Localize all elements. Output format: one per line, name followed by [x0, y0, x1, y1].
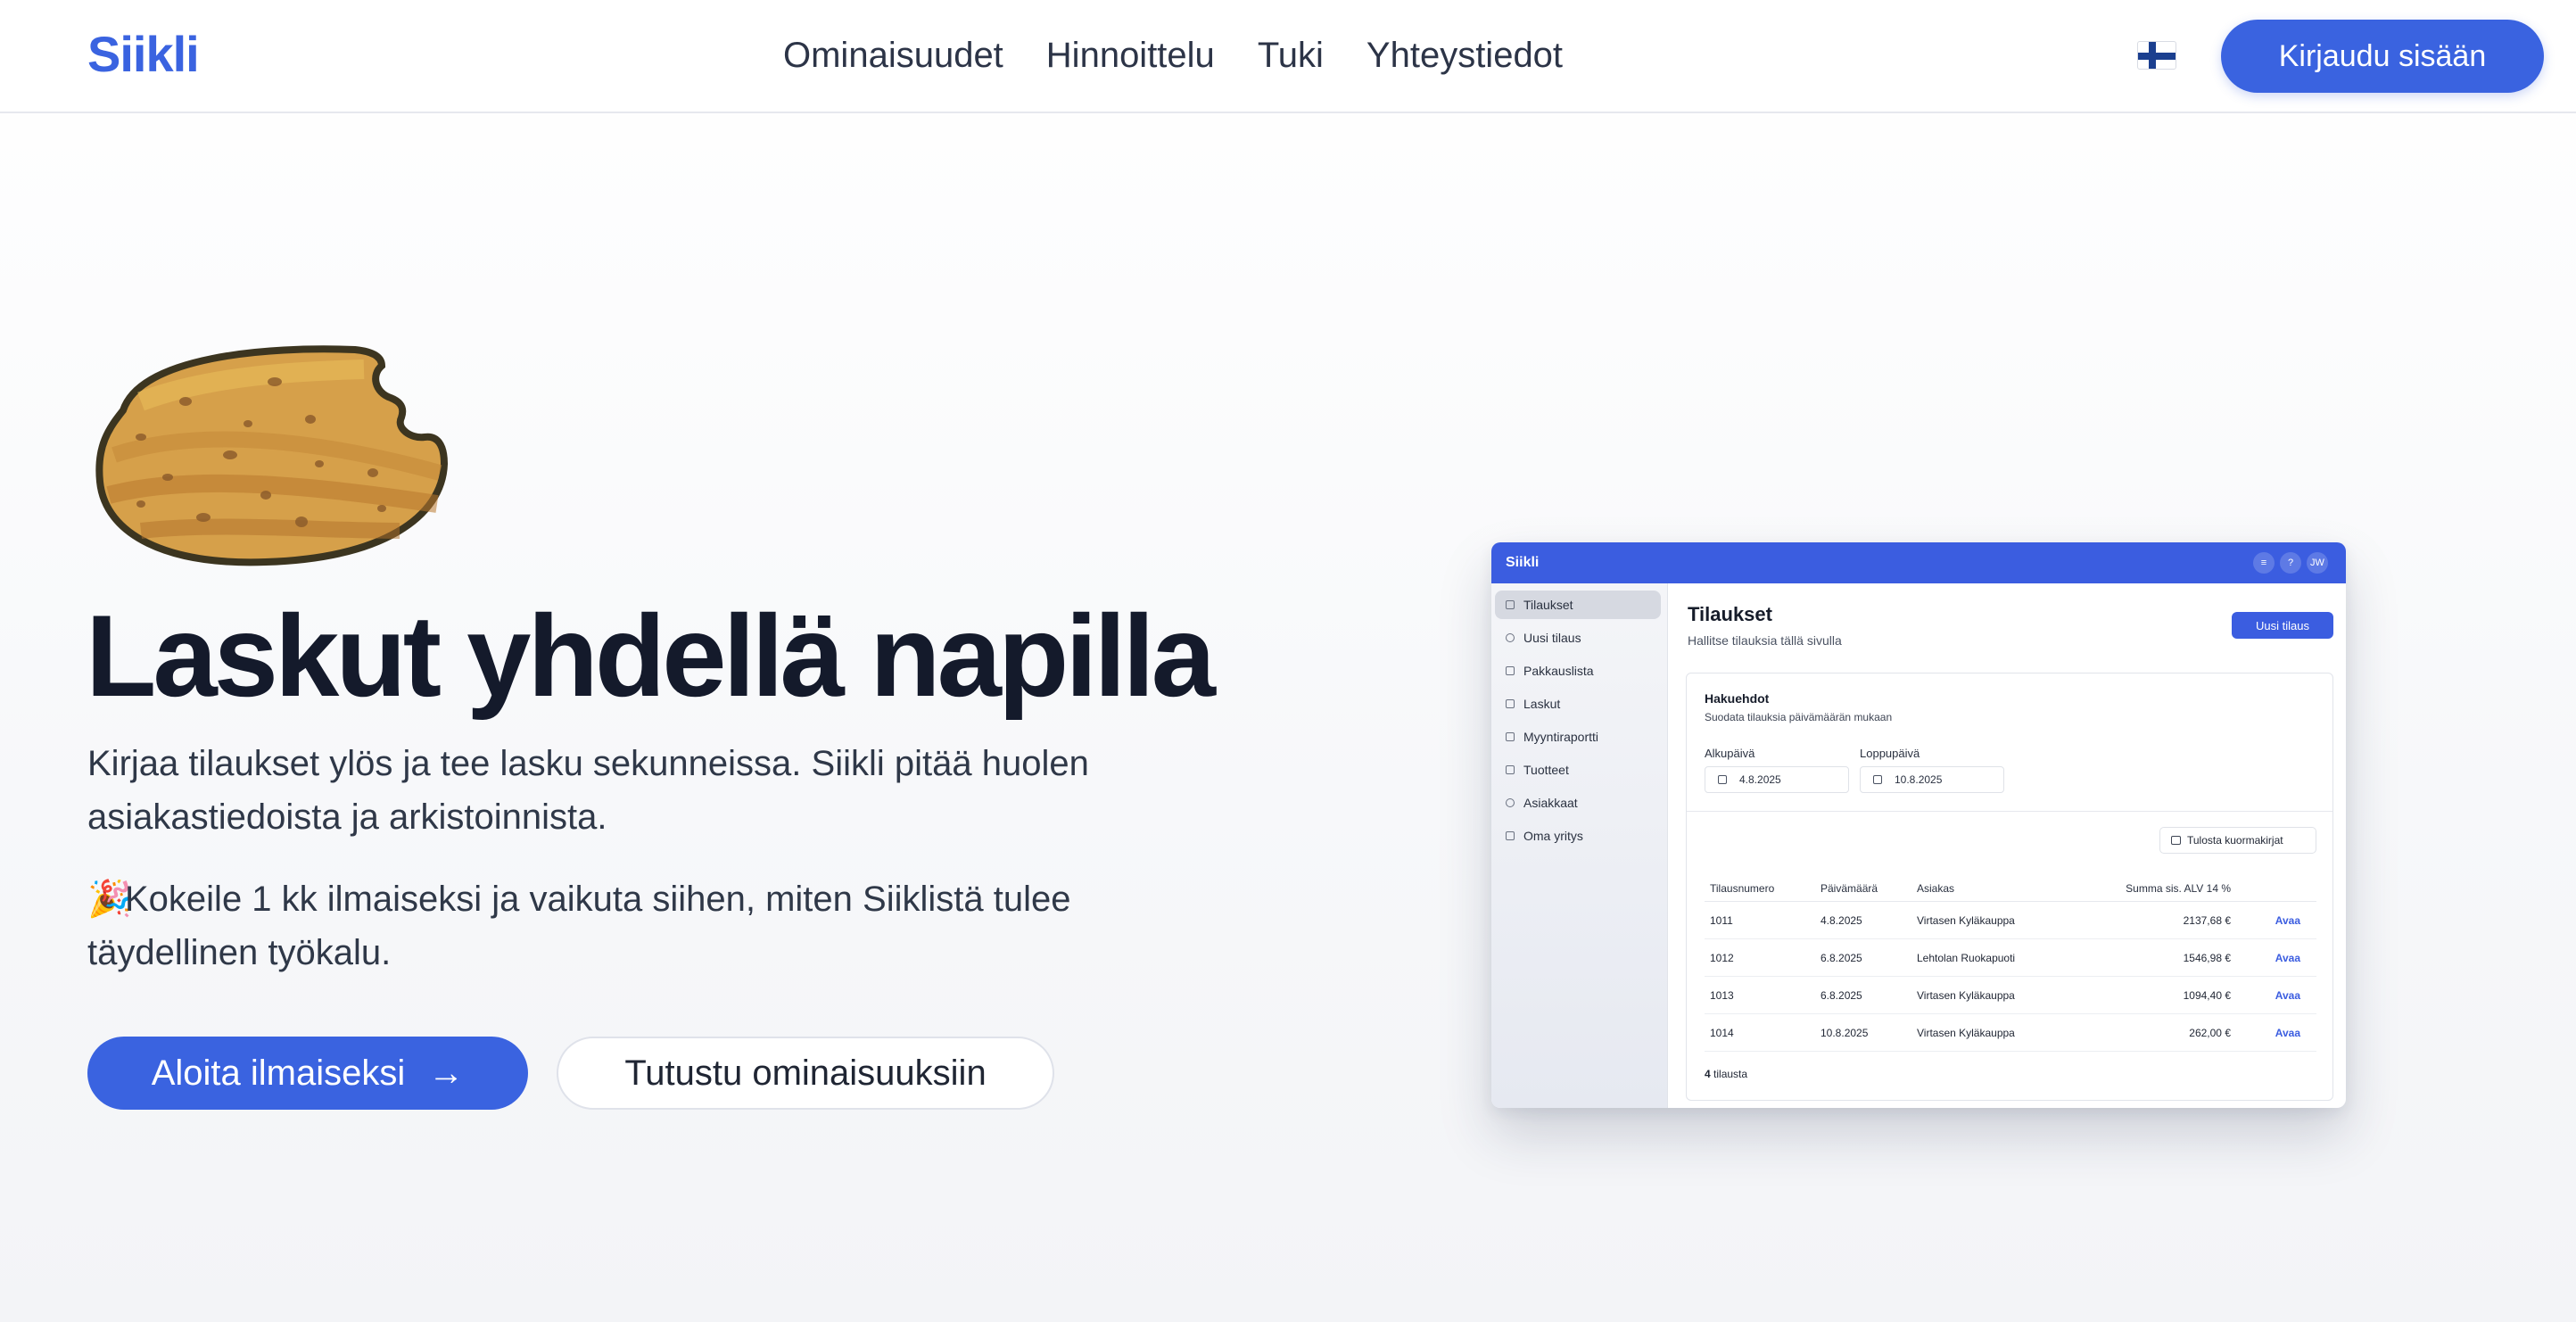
explore-features-button[interactable]: Tutustu ominaisuuksiin [557, 1037, 1054, 1110]
login-button[interactable]: Kirjaudu sisään [2221, 20, 2544, 93]
table-row: 1012 6.8.2025 Lehtolan Ruokapuoti 1546,9… [1705, 939, 2316, 977]
table-row: 1014 10.8.2025 Virtasen Kyläkauppa 262,0… [1705, 1014, 2316, 1052]
hero-title: Laskut yhdellä napilla [86, 591, 1216, 721]
trial-text: Kokeile 1 kk ilmaiseksi ja vaikuta siihe… [87, 880, 1071, 972]
site-header: Siikli Ominaisuudet Hinnoittelu Tuki Yht… [0, 0, 2576, 113]
invoice-icon [1506, 699, 1515, 708]
building-icon [1506, 831, 1515, 840]
nav-link-support[interactable]: Tuki [1258, 32, 1324, 78]
order-count: 4 tilausta [1705, 1068, 1748, 1080]
sidebar-item-packing-list: Pakkauslista [1495, 657, 1661, 685]
preview-main: Tilaukset Hallitse tilauksia tällä sivul… [1668, 583, 2346, 1108]
list-icon: ≡ [2253, 552, 2275, 574]
help-icon: ? [2280, 552, 2301, 574]
filters-title: Hakuehdot [1705, 691, 1770, 706]
table-row: 1011 4.8.2025 Virtasen Kyläkauppa 2137,6… [1705, 902, 2316, 939]
sidebar-item-new-order: Uusi tilaus [1495, 624, 1661, 652]
start-date-label: Alkupäivä [1705, 747, 1755, 760]
open-order-link: Avaa [2275, 914, 2300, 927]
printer-icon [2171, 836, 2181, 845]
end-date-label: Loppupäivä [1860, 747, 1920, 760]
arrow-right-icon: → [428, 1053, 465, 1093]
preview-page-subtitle: Hallitse tilauksia tällä sivulla [1688, 633, 1842, 648]
user-avatar: JW [2307, 552, 2328, 574]
orders-card: Hakuehdot Suodata tilauksia päivämäärän … [1686, 673, 2333, 1101]
preview-new-order-button: Uusi tilaus [2232, 612, 2333, 639]
hero-description: Kirjaa tilaukset ylös ja tee lasku sekun… [87, 744, 1089, 837]
preview-topbar: Siikli ≡ ? JW [1491, 542, 2346, 583]
start-free-button[interactable]: Aloita ilmaiseksi → [87, 1037, 528, 1110]
filters-subtitle: Suodata tilauksia päivämäärän mukaan [1705, 711, 1893, 723]
main-nav: Ominaisuudet Hinnoittelu Tuki Yhteystied… [783, 32, 1563, 78]
orders-icon [1506, 600, 1515, 609]
preview-page-title: Tilaukset [1688, 603, 1772, 625]
sidebar-item-products: Tuotteet [1495, 756, 1661, 784]
preview-sidebar: Tilaukset Uusi tilaus Pakkauslista Lasku… [1491, 583, 1668, 1108]
plus-circle-icon [1506, 633, 1515, 642]
print-waybills-button: Tulosta kuormakirjat [2159, 827, 2316, 854]
sidebar-item-sales-report: Myyntiraportti [1495, 723, 1661, 751]
table-header: Tilausnumero Päivämäärä Asiakas Summa si… [1705, 875, 2316, 902]
document-icon [1506, 666, 1515, 675]
open-order-link: Avaa [2275, 989, 2300, 1002]
start-date-field: 4.8.2025 [1705, 766, 1849, 793]
site-logo[interactable]: Siikli [87, 25, 200, 83]
calendar-icon [1873, 775, 1882, 784]
open-order-link: Avaa [2275, 1027, 2300, 1039]
app-preview: Siikli ≡ ? JW Tilaukset Uusi tilaus Pakk… [1491, 542, 2346, 1108]
sidebar-item-customers: Asiakkaat [1495, 789, 1661, 817]
nav-link-contact[interactable]: Yhteystiedot [1366, 32, 1563, 78]
users-icon [1506, 798, 1515, 807]
table-row: 1013 6.8.2025 Virtasen Kyläkauppa 1094,4… [1705, 977, 2316, 1014]
start-free-label: Aloita ilmaiseksi [151, 1053, 406, 1093]
nav-link-features[interactable]: Ominaisuudet [783, 32, 1003, 78]
sidebar-item-invoices: Laskut [1495, 690, 1661, 718]
end-date-field: 10.8.2025 [1860, 766, 2004, 793]
nav-link-pricing[interactable]: Hinnoittelu [1046, 32, 1215, 78]
chart-icon [1506, 732, 1515, 741]
product-icon [1506, 765, 1515, 774]
calendar-icon [1718, 775, 1727, 784]
preview-logo: Siikli [1506, 555, 1540, 570]
orders-table: Tilausnumero Päivämäärä Asiakas Summa si… [1705, 875, 2316, 1052]
card-divider [1687, 811, 2332, 812]
sidebar-item-company: Oma yritys [1495, 822, 1661, 850]
bitten-potato-icon [95, 345, 449, 566]
hero-trial-text: 🎉Kokeile 1 kk ilmaiseksi ja vaikuta siih… [87, 872, 1247, 979]
sidebar-item-orders: Tilaukset [1495, 591, 1661, 619]
party-popper-icon: 🎉 [87, 880, 132, 919]
open-order-link: Avaa [2275, 952, 2300, 964]
finnish-flag-icon[interactable] [2137, 41, 2176, 70]
